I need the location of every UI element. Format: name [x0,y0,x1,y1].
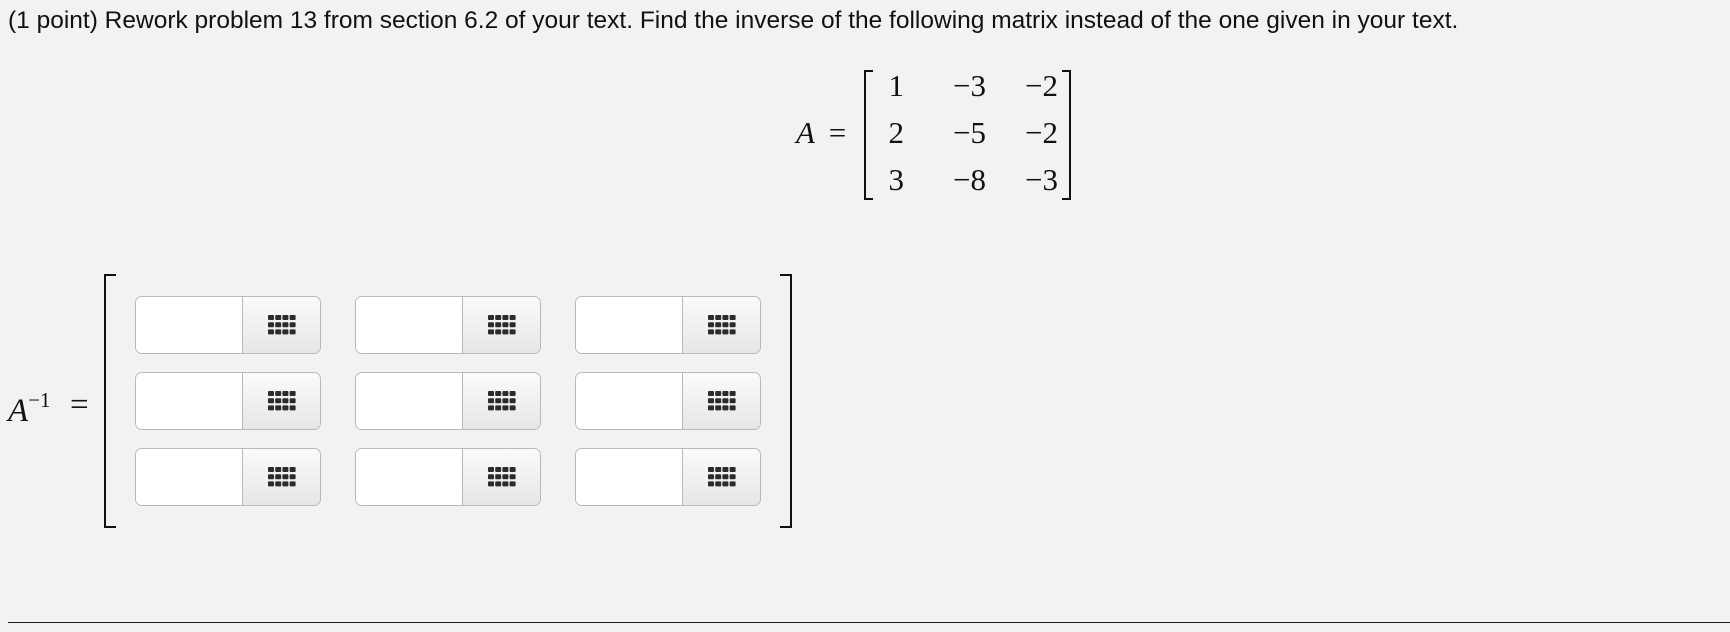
matrix-cell: 3 [888,162,905,197]
divider [8,622,1730,623]
matrix-cell: −3 [953,68,986,103]
left-bracket [104,274,116,528]
matrix-name: A [8,393,29,429]
answer-entry[interactable] [575,296,761,354]
equals-sign: = [828,115,847,150]
equation-palette-button[interactable] [462,297,540,353]
answer-input[interactable] [356,373,462,429]
equation-palette-button[interactable] [242,297,320,353]
left-bracket [864,70,873,200]
answer-input[interactable] [136,373,242,429]
grid-palette-icon [267,467,296,487]
equals-sign: = [70,387,89,423]
grid-palette-icon [707,315,736,335]
equation-palette-button[interactable] [242,373,320,429]
answer-entry[interactable] [355,296,541,354]
grid-palette-icon [267,315,296,335]
matrix-cell: 1 [888,68,905,103]
matrix-cell: 2 [888,115,905,150]
problem-statement: (1 point) Rework problem 13 from section… [8,7,1459,34]
grid-palette-icon [487,315,516,335]
answer-input[interactable] [356,297,462,353]
equation-palette-button[interactable] [682,297,760,353]
given-matrix-label: A = [796,115,846,151]
right-bracket [780,274,792,528]
answer-entry[interactable] [575,372,761,430]
answer-entry[interactable] [355,448,541,506]
equation-palette-button[interactable] [462,449,540,505]
inverse-matrix-label: A−1 [8,383,51,430]
answer-input[interactable] [576,373,682,429]
answer-input[interactable] [356,449,462,505]
grid-palette-icon [487,467,516,487]
answer-input[interactable] [576,297,682,353]
matrix-cell: −8 [953,162,986,197]
equation-palette-button[interactable] [682,449,760,505]
answer-entry[interactable] [135,296,321,354]
grid-palette-icon [267,391,296,411]
matrix-cell: −2 [1025,68,1058,103]
equation-palette-button[interactable] [462,373,540,429]
matrix-cell: −3 [1025,162,1058,197]
grid-palette-icon [707,391,736,411]
equation-palette-button[interactable] [242,449,320,505]
right-bracket [1062,70,1071,200]
matrix-name: A [796,115,815,150]
matrix-cell: −5 [953,115,986,150]
answer-input[interactable] [576,449,682,505]
given-matrix: A = 1 −3 −2 2 −5 −2 3 −8 −3 [796,68,1076,202]
grid-palette-icon [707,467,736,487]
answer-entry[interactable] [135,448,321,506]
matrix-cell: −2 [1025,115,1058,150]
equation-palette-button[interactable] [682,373,760,429]
answer-input[interactable] [136,449,242,505]
inverse-exponent: −1 [28,388,51,412]
answer-entry[interactable] [575,448,761,506]
answer-entry[interactable] [355,372,541,430]
answer-entry[interactable] [135,372,321,430]
grid-palette-icon [487,391,516,411]
answer-input[interactable] [136,297,242,353]
